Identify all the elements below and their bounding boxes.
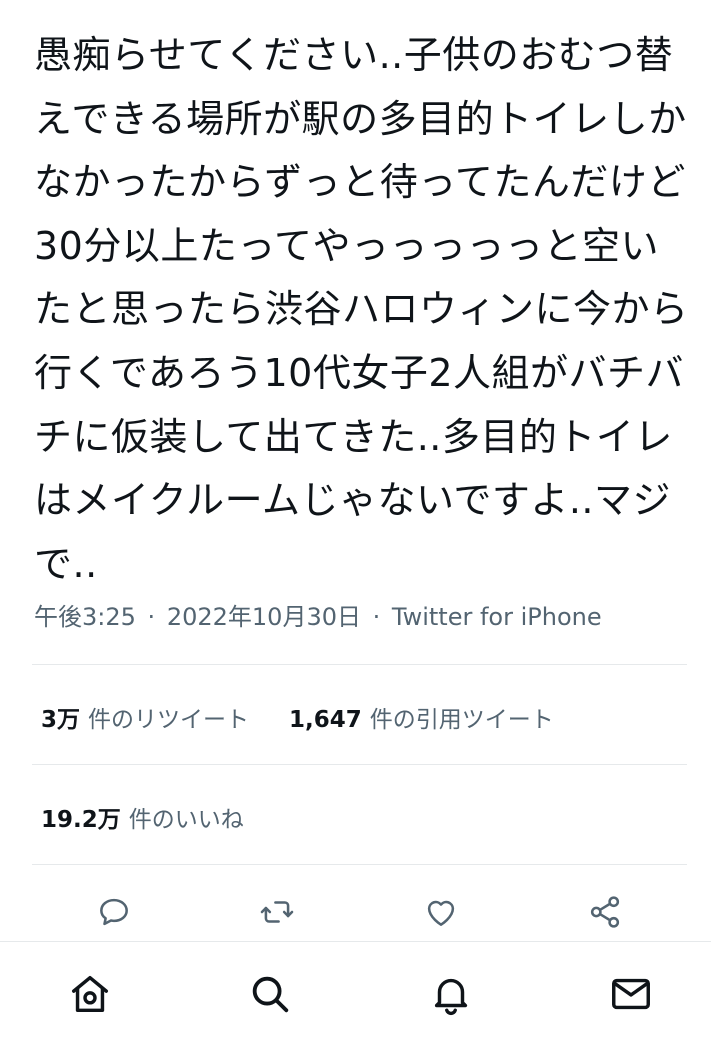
nav-search-button[interactable] bbox=[240, 964, 300, 1024]
likes-count: 19.2万 bbox=[41, 807, 121, 833]
like-icon bbox=[427, 900, 455, 926]
meta-separator: · bbox=[372, 603, 381, 631]
bottom-navigation bbox=[0, 941, 711, 1045]
tweet-source[interactable]: Twitter for iPhone bbox=[392, 603, 602, 631]
likes-label: 件のいいね bbox=[128, 807, 244, 833]
notifications-icon bbox=[434, 978, 468, 1016]
divider bbox=[32, 864, 687, 865]
like-button[interactable] bbox=[413, 884, 469, 940]
nav-home-button[interactable] bbox=[60, 964, 120, 1024]
tweet-metadata: 午後3:25 · 2022年10月30日 · Twitter for iPhon… bbox=[34, 597, 602, 632]
home-icon bbox=[71, 975, 109, 1013]
divider bbox=[32, 664, 687, 665]
quotes-stat[interactable]: 1,647 件の引用ツイート bbox=[289, 700, 554, 734]
quotes-count: 1,647 bbox=[289, 707, 362, 733]
search-icon bbox=[252, 976, 289, 1013]
tweet-date[interactable]: 2022年10月30日 bbox=[167, 603, 361, 631]
tweet-text: 愚痴らせてください..子供のおむつ替えできる場所が駅の多目的トイレしかなかったか… bbox=[34, 33, 689, 586]
retweets-label: 件のリツイート bbox=[88, 707, 250, 733]
meta-separator: · bbox=[147, 603, 156, 631]
divider bbox=[32, 764, 687, 765]
share-button[interactable] bbox=[577, 884, 633, 940]
share-icon bbox=[590, 896, 620, 928]
retweets-stat[interactable]: 3万 件のリツイート bbox=[41, 700, 249, 734]
stats-row-likes: 19.2万 件のいいね bbox=[41, 800, 244, 834]
likes-stat[interactable]: 19.2万 件のいいね bbox=[41, 800, 244, 834]
retweet-button[interactable] bbox=[249, 884, 305, 940]
tweet-time[interactable]: 午後3:25 bbox=[34, 603, 136, 631]
retweet-icon bbox=[260, 901, 294, 923]
tweet-actions bbox=[0, 884, 711, 940]
messages-icon bbox=[612, 978, 650, 1010]
nav-messages-button[interactable] bbox=[601, 964, 661, 1024]
stats-row-retweets: 3万 件のリツイート 1,647 件の引用ツイート bbox=[41, 700, 554, 734]
reply-button[interactable] bbox=[86, 884, 142, 940]
nav-notifications-button[interactable] bbox=[421, 964, 481, 1024]
quotes-label: 件の引用ツイート bbox=[369, 707, 554, 733]
reply-icon bbox=[100, 898, 128, 926]
retweets-count: 3万 bbox=[41, 707, 81, 733]
